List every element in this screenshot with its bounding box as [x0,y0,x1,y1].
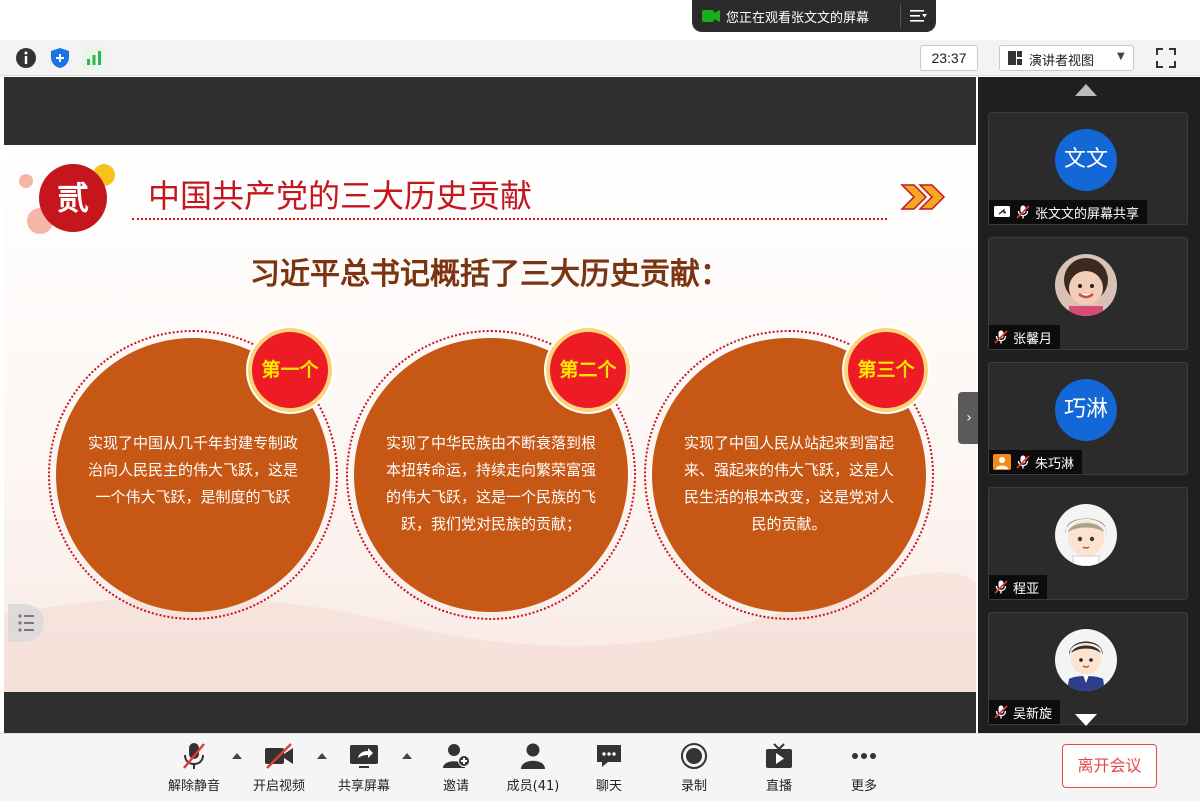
members-button[interactable]: 成员(41) [498,742,568,796]
live-stream-icon [766,743,792,768]
viewing-screen-text: 您正在观看张文文的屏幕 [726,11,870,26]
chevron-up-icon[interactable] [231,752,243,760]
share-screen-label: 共享屏幕 [337,779,390,794]
chevron-right-icon: › [966,410,972,426]
participant-tile[interactable]: 程亚 [988,487,1188,600]
chevron-down-icon: ▼ [1117,51,1125,62]
more-label: 更多 [850,779,877,794]
contribution-circle-2: 实现了中华民族由不断衰落到根本扭转命运，持续走向繁荣富强的伟大飞跃，这是一个民族… [346,328,636,620]
contribution-label: 第三个 [857,359,915,381]
unmute-label: 解除静音 [167,779,220,794]
share-screen-icon [350,745,378,768]
participant-name: 张馨月 [1013,331,1053,347]
start-video-button[interactable]: 开启视频 [244,742,314,796]
leave-meeting-button[interactable]: 离开会议 [1062,744,1157,788]
meeting-toolbar: 23:37 演讲者视图 ▼ [0,40,1200,76]
contribution-label: 第二个 [559,359,617,381]
meeting-controls-bar: 解除静音 开启视频 共享屏幕 邀请 成员(41) 聊天 录制 直播 更多 离开会… [0,733,1200,801]
mic-muted-icon [994,705,1008,719]
mic-muted-icon [994,330,1008,344]
members-label: 成员(41) [506,779,560,794]
start-video-label: 开启视频 [252,779,305,794]
more-button[interactable]: 更多 [829,742,899,796]
mic-muted-icon [994,580,1008,594]
members-icon [521,743,545,769]
live-button[interactable]: 直播 [744,742,814,796]
viewing-screen-pill[interactable]: 您正在观看张文文的屏幕 [692,0,936,32]
contribution-badge: 第二个 [546,328,630,412]
meeting-timer: 23:37 [920,45,978,71]
participant-name: 张文文的屏幕共享 [1035,206,1140,222]
contribution-text: 实现了中国人民从站起来到富起来、强起来的伟大飞跃，这是人民生活的根本改变，这是党… [683,434,894,533]
title-underline [132,218,887,220]
view-mode-label: 演讲者视图 [1029,54,1095,69]
fullscreen-icon[interactable] [1154,46,1178,70]
chevron-up-icon[interactable] [401,752,413,760]
participant-nameplate: 张文文的屏幕共享 [989,200,1148,224]
divider [900,4,901,28]
participant-tile[interactable]: 张馨月 [988,237,1188,350]
mic-muted-icon [183,743,205,769]
add-user-icon [443,744,470,768]
contribution-label: 第一个 [261,359,319,381]
participant-nameplate: 张馨月 [989,325,1061,349]
participant-nameplate: 朱巧淋 [989,450,1083,474]
chat-label: 聊天 [595,779,622,794]
live-label: 直播 [765,779,792,794]
shared-screen-area: 贰 中国共产党的三大历史贡献 习近平总书记概括了三大历史贡献： 实现了中国从几千… [4,77,980,733]
avatar [1055,629,1117,691]
record-icon [681,743,707,769]
info-icon[interactable] [14,46,38,70]
record-button[interactable]: 录制 [659,742,729,796]
contribution-badge: 第一个 [248,328,332,412]
avatar [1055,504,1117,566]
view-mode-select[interactable]: 演讲者视图 ▼ [999,45,1134,71]
participant-nameplate: 吴新旋 [989,700,1061,724]
participant-tile[interactable]: 吴新旋 [988,612,1188,725]
invite-button[interactable]: 邀请 [421,742,491,796]
participant-tile[interactable]: 文文 张文文的屏幕共享 [988,112,1188,225]
mic-muted-icon [1016,205,1030,219]
chat-button[interactable]: 聊天 [574,742,644,796]
chevron-up-icon[interactable] [316,752,328,760]
share-screen-button[interactable]: 共享屏幕 [329,742,399,796]
avatar: 巧淋 [1055,379,1117,441]
participant-nameplate: 程亚 [989,575,1048,599]
contribution-circle-3: 实现了中国人民从站起来到富起来、强起来的伟大飞跃，这是人民生活的根本改变，这是党… [644,328,934,620]
top-banner: 您正在观看张文文的屏幕 [0,0,1200,40]
collapse-sidebar-button[interactable]: › [958,392,980,444]
unmute-button[interactable]: 解除静音 [159,742,229,796]
signal-strength-icon[interactable] [82,46,106,70]
participant-name: 朱巧淋 [1035,456,1075,472]
participants-panel: 文文 张文文的屏幕共享 张馨月 巧淋 朱巧淋 程亚 吴新旋 [978,77,1200,733]
mic-muted-icon [1016,455,1030,469]
participant-name: 吴新旋 [1013,706,1053,722]
menu-icon[interactable] [906,7,930,25]
layout-icon [1008,51,1022,65]
slide-title: 中国共产党的三大历史贡献 [148,177,533,215]
contribution-circle-1: 实现了中国从几千年封建专制政治向人民民主的伟大飞跃，这是一个伟大飞跃，是制度的飞… [48,328,338,620]
chevron-right-arrows-icon [900,184,946,210]
scroll-down-icon[interactable] [1074,713,1098,727]
presentation-slide: 贰 中国共产党的三大历史贡献 习近平总书记概括了三大历史贡献： 实现了中国从几千… [4,145,976,692]
section-badge: 贰 [56,179,89,217]
contribution-badge: 第三个 [844,328,928,412]
slide-headline: 习近平总书记概括了三大历史贡献： [250,257,730,292]
avatar: 文文 [1055,129,1117,191]
participant-name: 程亚 [1013,581,1040,597]
record-label: 录制 [680,779,707,794]
host-user-icon [993,454,1011,470]
contribution-text: 实现了中华民族由不断衰落到根本扭转命运，持续走向繁荣富强的伟大飞跃，这是一个民族… [385,434,596,533]
screen-share-icon [702,10,720,22]
security-shield-icon[interactable] [48,46,72,70]
more-dots-icon [852,753,876,759]
contribution-text: 实现了中国从几千年封建专制政治向人民民主的伟大飞跃，这是一个伟大飞跃，是制度的飞… [87,434,298,506]
screen-share-icon [994,206,1010,217]
participant-tile[interactable]: 巧淋 朱巧淋 [988,362,1188,475]
chat-icon [597,745,621,767]
invite-label: 邀请 [442,779,469,794]
camera-off-icon [265,743,293,769]
scroll-up-icon[interactable] [1074,83,1098,97]
avatar [1055,254,1117,316]
